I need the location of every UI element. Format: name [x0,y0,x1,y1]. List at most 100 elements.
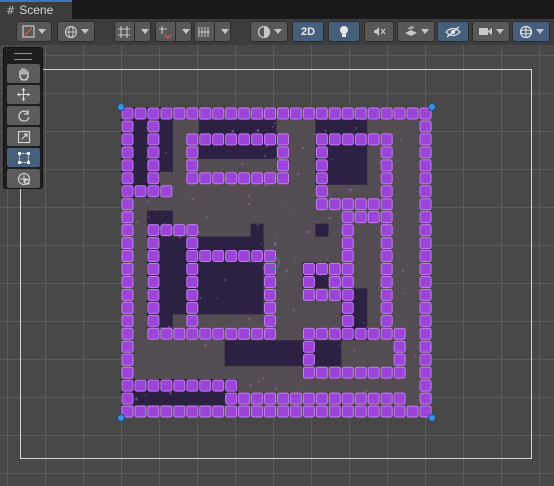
wall-tile [380,133,393,146]
wall-tile [380,107,393,120]
wall-tile [199,133,212,146]
wall-tile [354,392,367,405]
wall-tile [160,379,173,392]
rubble-dot [414,355,417,358]
rect-handle-bottom-left[interactable] [117,414,125,422]
scene-viewport[interactable] [0,45,554,486]
wall-tile [186,159,199,172]
wall-tile [393,392,406,405]
grid-hash-icon: # [6,4,16,17]
rubble-dot [316,221,318,224]
wall-tile [419,288,432,301]
wall-tile [212,172,225,185]
scene-visibility-toggle[interactable] [437,21,469,42]
2d-toggle-button[interactable]: 2D [292,21,324,42]
move-tool-button[interactable] [7,85,40,104]
effects-dropdown[interactable] [397,21,435,42]
wall-tile [393,353,406,366]
global-dropdown[interactable] [57,21,95,42]
rotate-tool-button[interactable] [7,106,40,125]
draw-mode-dropdown[interactable] [16,21,52,42]
grid-snap-toggle[interactable] [114,21,151,42]
rubble-dot [350,247,353,250]
wall-tile [212,405,225,418]
rubble-dot [265,144,269,148]
grid-visibility-toggle[interactable] [194,21,231,42]
pivot-gizmo[interactable] [268,257,280,269]
wall-tile [315,185,328,198]
wall-tile [264,107,277,120]
rubble-dot [274,243,277,246]
wall-tile [354,211,367,224]
wall-tile [186,314,199,327]
rubble-dot [396,213,399,215]
rotate-icon [17,109,30,122]
rubble-dot [311,274,313,276]
wall-tile [147,314,160,327]
rubble-dot [378,368,381,370]
rubble-dot [272,177,276,180]
wall-tile [367,327,380,340]
wall-tile [367,133,380,146]
pit-tile [315,223,329,237]
wall-tile [328,107,341,120]
wall-tile [341,237,354,250]
tab-scene[interactable]: # Scene [0,0,72,20]
chevron-down-icon [273,29,282,34]
wall-tile [419,327,432,340]
wall-tile [315,107,328,120]
rubble-dot [147,171,149,174]
gizmos-dropdown[interactable] [512,21,550,42]
rubble-dot [263,375,265,377]
rubble-dot [297,172,300,176]
rubble-dot [148,216,150,218]
rubble-dot [290,209,292,211]
rubble-dot [147,200,150,203]
lighting-toggle[interactable] [328,21,360,42]
hand-tool-button[interactable] [7,64,40,83]
wall-tile [121,288,134,301]
scale-tool-button[interactable] [7,127,40,146]
wall-tile [212,107,225,120]
increment-snap-toggle[interactable] [155,21,192,42]
rubble-dot [195,243,198,246]
wall-tile [380,211,393,224]
rubble-dot [121,299,123,301]
shading-mode-dropdown[interactable] [250,21,288,42]
audio-toggle[interactable] [364,21,394,42]
rect-tool-button[interactable] [7,148,40,167]
wall-tile [121,198,134,211]
camera-dropdown[interactable] [472,21,510,42]
transform-tool-button[interactable] [7,169,40,188]
wall-tile [328,327,341,340]
rubble-dot [137,185,140,188]
wall-tile [199,405,212,418]
wall-tile [341,392,354,405]
wall-tile [302,353,315,366]
wall-tile [341,405,354,418]
rubble-dot [378,158,380,161]
wall-tile [380,159,393,172]
rubble-dot [263,154,266,157]
rect-handle-top-left[interactable] [117,103,125,111]
rubble-dot [426,244,429,247]
wall-tile [121,250,134,263]
wall-tile [328,288,341,301]
rect-handle-bottom-right[interactable] [428,414,436,422]
wall-tile [199,327,212,340]
wall-tile [186,250,199,263]
chevron-down-icon [496,29,504,34]
rubble-dot [214,115,217,118]
chevron-down-icon [535,29,544,34]
wall-tile [251,250,264,263]
wall-tile [419,211,432,224]
wall-tile [251,172,264,185]
rect-handle-top-right[interactable] [428,103,436,111]
drag-grip-icon[interactable] [14,53,32,60]
wall-tile [419,133,432,146]
wall-tile [419,314,432,327]
light-bulb-icon [340,25,348,37]
wall-tile [354,107,367,120]
wall-tile [121,301,134,314]
wall-tile [160,107,173,120]
